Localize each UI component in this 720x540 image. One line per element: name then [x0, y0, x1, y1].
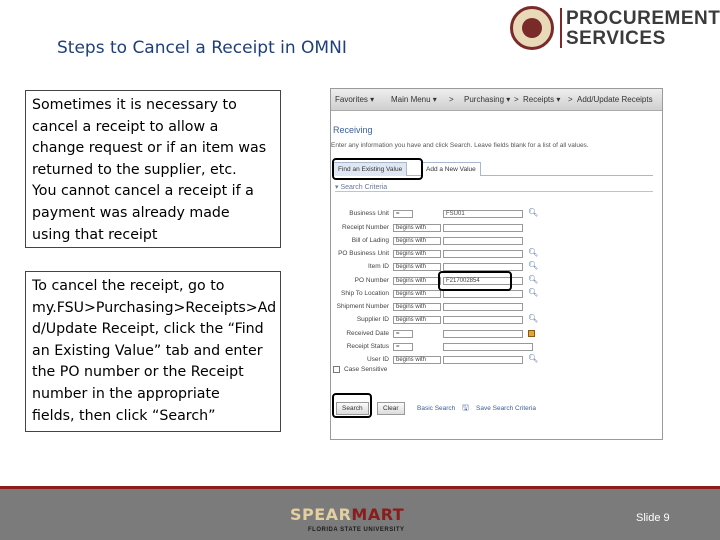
textbox1-line: using that receipt — [32, 226, 158, 243]
textbox2-line: d/Update Receipt, click the “Find — [32, 321, 264, 338]
field-label: Shipment Number — [336, 303, 389, 310]
calendar-icon[interactable] — [528, 330, 535, 337]
nav-add-update-receipts[interactable]: Add/Update Receipts — [577, 95, 653, 104]
nav-purchasing[interactable]: Purchasing ▾ — [464, 95, 510, 104]
field-label: Receipt Number — [342, 224, 389, 231]
field-label: Received Date — [346, 330, 389, 337]
procurement-services-logo: PROCUREMENT SERVICES — [510, 6, 720, 50]
tab-add-new-value[interactable]: Add a New Value — [421, 162, 481, 176]
operator-select[interactable]: begins with — [393, 224, 441, 232]
omni-receiving-screenshot: Favorites ▾ Main Menu ▾ > Purchasing ▾ >… — [330, 88, 663, 440]
lookup-icon[interactable]: 🔍︎ — [528, 248, 538, 257]
search-instructions: Enter any information you have and click… — [331, 142, 589, 149]
po-business-unit-input[interactable] — [443, 250, 523, 258]
lookup-icon[interactable]: 🔍︎ — [528, 314, 538, 323]
find-existing-value-highlight — [332, 158, 423, 180]
search-criteria-header[interactable]: Search Criteria — [335, 183, 653, 192]
field-label: Bill of Lading — [351, 237, 389, 244]
instructions-textbox: To cancel the receipt, go to my.FSU>Purc… — [25, 271, 281, 432]
textbox2-line: fields, then click “Search” — [32, 407, 216, 424]
ship-to-location-input[interactable] — [443, 290, 523, 298]
operator-select[interactable]: begins with — [393, 277, 441, 285]
clear-button[interactable]: Clear — [377, 402, 405, 415]
operator-select[interactable]: = — [393, 330, 413, 338]
basic-search-link[interactable]: Basic Search — [417, 405, 455, 412]
operator-select[interactable]: begins with — [393, 290, 441, 298]
textbox1-line: returned to the supplier, etc. — [32, 161, 237, 178]
save-icon[interactable]: 🖫 — [462, 402, 469, 416]
field-label: Supplier ID — [356, 316, 389, 323]
item-id-input[interactable] — [443, 263, 523, 271]
textbox1-line: You cannot cancel a receipt if a — [32, 183, 254, 200]
operator-select[interactable]: begins with — [393, 237, 441, 245]
supplier-id-input[interactable] — [443, 316, 523, 324]
operator-select[interactable]: begins with — [393, 263, 441, 271]
lookup-icon[interactable]: 🔍︎ — [528, 275, 538, 284]
operator-select[interactable]: = — [393, 210, 413, 218]
logo-line2: SERVICES — [566, 28, 666, 49]
case-sensitive-checkbox[interactable] — [333, 366, 340, 373]
operator-select[interactable]: begins with — [393, 250, 441, 258]
field-label: User ID — [366, 356, 389, 363]
field-label: PO Number — [354, 277, 389, 284]
case-sensitive-label: Case Sensitive — [344, 366, 388, 373]
nav-separator: > — [449, 95, 454, 104]
receipt-status-select[interactable] — [443, 343, 533, 351]
omni-nav-bar: Favorites ▾ Main Menu ▾ > Purchasing ▾ >… — [331, 89, 662, 111]
operator-select[interactable]: begins with — [393, 316, 441, 324]
lookup-icon[interactable]: 🔍︎ — [528, 354, 538, 363]
logo-divider — [560, 8, 562, 48]
slide-footer: SPEARMART FLORIDA STATE UNIVERSITY Slide… — [0, 489, 720, 540]
operator-select[interactable]: begins with — [393, 303, 441, 311]
lookup-icon[interactable]: 🔍︎ — [528, 261, 538, 270]
textbox1-line: payment was already made — [32, 204, 230, 221]
nav-separator: > — [568, 95, 573, 104]
spearmart-logo-subtitle: FLORIDA STATE UNIVERSITY — [308, 527, 405, 533]
page-heading: Receiving — [333, 125, 373, 135]
nav-receipts[interactable]: Receipts ▾ — [523, 95, 560, 104]
field-label: Receipt Status — [346, 343, 389, 350]
user-id-input[interactable] — [443, 356, 523, 364]
slide-number: Slide 9 — [636, 512, 670, 524]
field-label: PO Business Unit — [338, 250, 389, 257]
spearmart-logo-part2: MART — [351, 505, 405, 524]
operator-select[interactable]: = — [393, 343, 413, 351]
spearmart-logo: SPEARMART — [290, 505, 404, 524]
search-button-highlight — [332, 393, 372, 418]
shipment-number-input[interactable] — [443, 303, 523, 311]
textbox2-line: the PO number or the Receipt — [32, 364, 244, 381]
nav-main-menu[interactable]: Main Menu ▾ — [391, 95, 437, 104]
textbox2-line: my.FSU>Purchasing>Receipts>Ad — [32, 299, 277, 316]
operator-select[interactable]: begins with — [393, 356, 441, 364]
logo-line1: PROCUREMENT — [566, 8, 720, 29]
fsu-seal-icon — [510, 6, 554, 50]
textbox2-line: To cancel the receipt, go to — [32, 278, 225, 294]
textbox1-line: cancel a receipt to allow a — [32, 118, 219, 135]
received-date-input[interactable] — [443, 330, 523, 338]
textbox1-line: change request or if an item was — [32, 140, 267, 157]
field-label: Business Unit — [349, 210, 389, 217]
bill-of-lading-input[interactable] — [443, 237, 523, 245]
spearmart-logo-part1: SPEAR — [290, 505, 352, 524]
nav-separator: > — [514, 95, 519, 104]
lookup-icon[interactable]: 🔍︎ — [528, 208, 538, 217]
business-unit-input[interactable]: FSU01 — [443, 210, 523, 218]
field-label: Item ID — [368, 263, 389, 270]
save-search-criteria-link[interactable]: Save Search Criteria — [476, 405, 536, 412]
lookup-icon[interactable]: 🔍︎ — [528, 288, 538, 297]
explanation-textbox: Sometimes it is necessary to cancel a re… — [25, 90, 281, 248]
textbox2-line: number in the appropriate — [32, 385, 220, 402]
slide-title: Steps to Cancel a Receipt in OMNI — [57, 38, 347, 58]
po-number-highlight — [438, 271, 512, 291]
field-label: Ship To Location — [341, 290, 389, 297]
nav-favorites[interactable]: Favorites ▾ — [335, 95, 374, 104]
textbox1-line: Sometimes it is necessary to — [32, 97, 237, 113]
textbox2-line: an Existing Value” tab and enter — [32, 342, 263, 359]
receipt-number-input[interactable] — [443, 224, 523, 232]
